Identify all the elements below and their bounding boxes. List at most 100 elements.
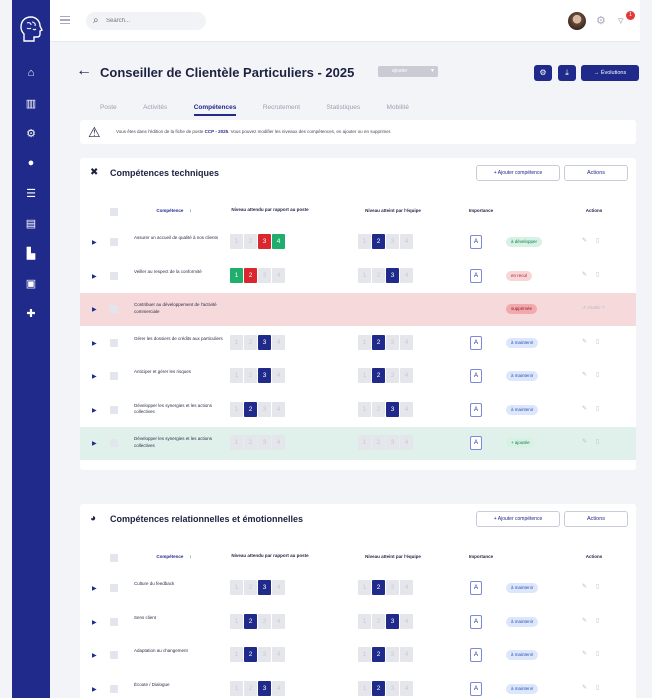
- row-checkbox[interactable]: [110, 338, 118, 347]
- back-arrow-icon[interactable]: ←: [76, 62, 92, 80]
- trash-icon[interactable]: ▯: [596, 338, 599, 345]
- importance-badge[interactable]: A: [470, 681, 482, 696]
- importance-badge[interactable]: A: [470, 235, 482, 249]
- expected-level-1[interactable]: 1: [230, 234, 243, 249]
- expected-level-3[interactable]: 3: [258, 401, 271, 417]
- edit-icon[interactable]: ✎: [582, 371, 587, 378]
- evolutions-button[interactable]: → Évolutions: [581, 65, 639, 81]
- expected-level-3[interactable]: 3: [258, 580, 271, 595]
- menu-icon[interactable]: [60, 16, 70, 24]
- cart-icon[interactable]: ▿: [618, 14, 624, 27]
- expected-level-1[interactable]: 1: [230, 680, 243, 696]
- importance-badge[interactable]: A: [470, 369, 482, 383]
- row-checkbox[interactable]: [110, 305, 118, 313]
- importance-badge[interactable]: A: [470, 268, 482, 283]
- expected-level-3[interactable]: 3: [258, 435, 271, 450]
- edit-icon[interactable]: ✎: [582, 438, 587, 445]
- search-input[interactable]: [106, 15, 196, 27]
- home-icon[interactable]: ⌂: [21, 63, 41, 83]
- expected-level-3[interactable]: 3: [258, 613, 271, 629]
- expected-level-1[interactable]: 1: [230, 334, 243, 350]
- chart-icon[interactable]: ▥: [21, 93, 41, 113]
- trash-icon[interactable]: ▯: [596, 583, 599, 590]
- edit-icon[interactable]: ✎: [582, 271, 587, 278]
- expected-level-4[interactable]: 4: [272, 368, 285, 383]
- importance-badge[interactable]: A: [470, 402, 482, 417]
- user-icon[interactable]: ●: [21, 153, 41, 173]
- tab-recrutement[interactable]: Recrutement: [263, 104, 300, 111]
- expected-level-3[interactable]: 3: [258, 334, 271, 350]
- expected-level-1[interactable]: 1: [230, 267, 243, 283]
- header-competence[interactable]: Compétence ↕: [144, 554, 204, 560]
- org-icon[interactable]: ☰: [21, 183, 41, 203]
- trash-icon[interactable]: ▯: [596, 650, 599, 657]
- select-all-checkbox[interactable]: [110, 554, 118, 562]
- importance-badge[interactable]: A: [470, 436, 482, 450]
- settings-button[interactable]: ⚙: [534, 65, 552, 81]
- row-checkbox[interactable]: [110, 271, 118, 280]
- expected-level-4[interactable]: 4: [272, 647, 285, 662]
- trash-icon[interactable]: ▯: [596, 405, 599, 412]
- expected-level-2[interactable]: 2: [244, 234, 257, 249]
- add-competence-button[interactable]: + Ajouter compétence: [476, 511, 560, 527]
- expected-level-3[interactable]: 3: [258, 647, 271, 662]
- expected-level-2[interactable]: 2: [244, 680, 257, 696]
- trash-icon[interactable]: ▯: [596, 438, 599, 445]
- sort-icon[interactable]: ↕: [189, 208, 191, 213]
- expected-level-2[interactable]: 2: [244, 334, 257, 350]
- expected-level-1[interactable]: 1: [230, 580, 243, 595]
- expand-icon[interactable]: ▶: [92, 619, 97, 626]
- select-all-checkbox[interactable]: [110, 208, 118, 216]
- trash-icon[interactable]: ▯: [596, 371, 599, 378]
- expected-level-3[interactable]: 3: [258, 368, 271, 383]
- edit-icon[interactable]: ✎: [582, 237, 587, 244]
- importance-badge[interactable]: A: [470, 614, 482, 629]
- expected-level-2[interactable]: 2: [244, 613, 257, 629]
- trash-icon[interactable]: ▯: [596, 237, 599, 244]
- edit-icon[interactable]: ✎: [582, 650, 587, 657]
- row-checkbox[interactable]: [110, 584, 118, 592]
- header-competence[interactable]: Compétence ↕: [144, 208, 204, 214]
- expected-level-4[interactable]: 4: [272, 435, 285, 450]
- expected-level-4[interactable]: 4: [272, 680, 285, 696]
- actions-button[interactable]: Actions: [564, 165, 628, 181]
- edit-icon[interactable]: ✎: [582, 684, 587, 691]
- expand-icon[interactable]: ▶: [92, 440, 97, 447]
- expand-icon[interactable]: ▶: [92, 340, 97, 347]
- expected-level-1[interactable]: 1: [230, 368, 243, 383]
- expected-level-2[interactable]: 2: [244, 267, 257, 283]
- search-box[interactable]: ⌕: [86, 12, 206, 30]
- row-checkbox[interactable]: [110, 684, 118, 693]
- expected-level-2[interactable]: 2: [244, 401, 257, 417]
- expected-level-3[interactable]: 3: [258, 680, 271, 696]
- brain-logo-icon[interactable]: [16, 14, 46, 44]
- restore-link[interactable]: ↺ rétablir ?: [582, 305, 605, 311]
- tab-mobilite[interactable]: Mobilité: [387, 104, 409, 111]
- importance-badge[interactable]: A: [470, 581, 482, 595]
- expected-level-4[interactable]: 4: [272, 613, 285, 629]
- tab-activites[interactable]: Activités: [143, 104, 167, 111]
- puzzle-icon[interactable]: ✚: [21, 303, 41, 323]
- expected-level-1[interactable]: 1: [230, 613, 243, 629]
- importance-badge[interactable]: A: [470, 335, 482, 350]
- edit-icon[interactable]: ✎: [582, 338, 587, 345]
- row-checkbox[interactable]: [110, 651, 118, 659]
- expected-level-1[interactable]: 1: [230, 435, 243, 450]
- expand-icon[interactable]: ▶: [92, 273, 97, 280]
- expected-level-2[interactable]: 2: [244, 580, 257, 595]
- expected-level-4[interactable]: 4: [272, 267, 285, 283]
- expand-icon[interactable]: ▶: [92, 306, 97, 313]
- avatar[interactable]: [568, 12, 586, 30]
- expected-level-3[interactable]: 3: [258, 267, 271, 283]
- expected-level-4[interactable]: 4: [272, 234, 285, 249]
- add-competence-button[interactable]: + Ajouter compétence: [476, 165, 560, 181]
- year-select[interactable]: ajouter: [378, 66, 438, 77]
- expected-level-2[interactable]: 2: [244, 368, 257, 383]
- download-button[interactable]: ⤓: [558, 65, 576, 81]
- expected-level-2[interactable]: 2: [244, 647, 257, 662]
- tab-statistiques[interactable]: Statistiques: [326, 104, 360, 111]
- expected-level-2[interactable]: 2: [244, 435, 257, 450]
- sort-icon[interactable]: ↕: [189, 554, 191, 559]
- expected-level-4[interactable]: 4: [272, 580, 285, 595]
- tab-competences[interactable]: Compétences: [193, 104, 236, 116]
